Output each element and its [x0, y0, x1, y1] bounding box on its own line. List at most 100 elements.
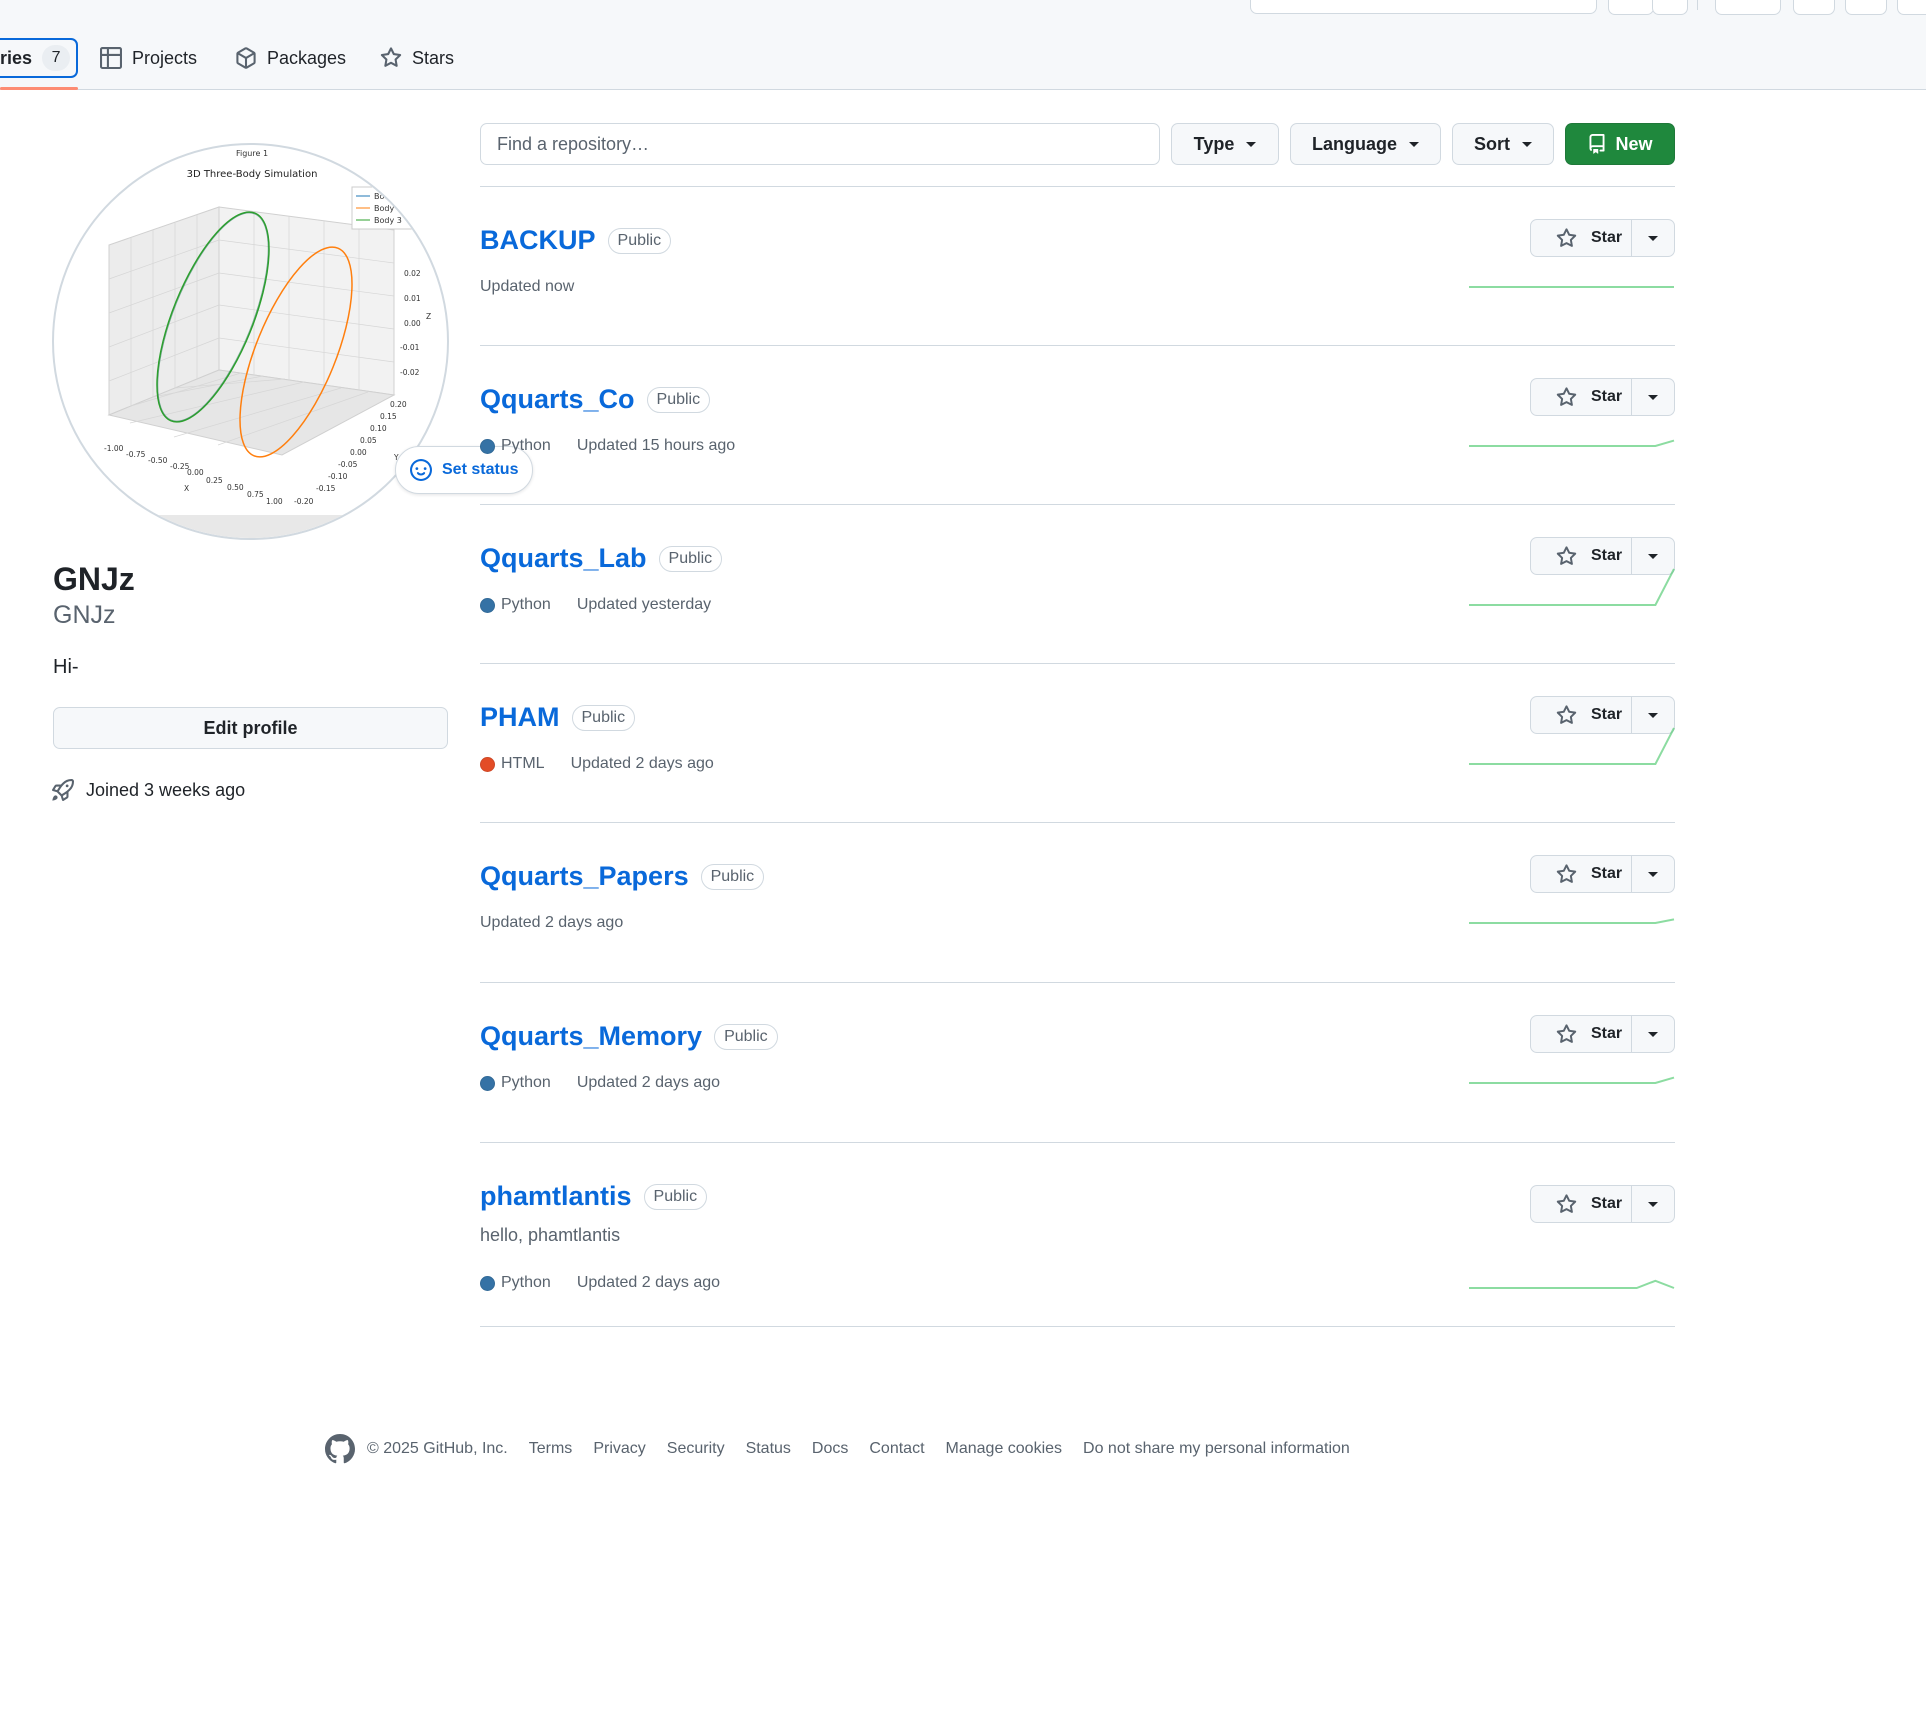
issues-button[interactable] — [1793, 0, 1835, 15]
tab-repositories-label: ries — [0, 47, 33, 68]
repo-meta: Updated now — [480, 278, 574, 296]
copilot-button[interactable] — [1608, 0, 1654, 15]
star-label: Star — [1591, 229, 1623, 246]
avatar-y-tick: 0.00 — [350, 448, 367, 457]
star-label: Star — [1591, 547, 1623, 564]
footer-copyright: © 2025 GitHub, Inc. — [367, 1440, 508, 1457]
repo-name-link[interactable]: Qquarts_Co — [480, 384, 635, 415]
smiley-icon — [410, 459, 432, 481]
avatar-z-tick: 0.02 — [404, 269, 421, 278]
star-icon — [1556, 863, 1577, 883]
repo-meta: HTML Updated 2 days ago — [480, 755, 714, 773]
global-search-input[interactable] — [1250, 0, 1597, 14]
type-filter-button[interactable]: Type — [1171, 123, 1279, 165]
repo-language: Python — [480, 596, 551, 614]
caret-down-icon — [1409, 141, 1419, 147]
github-logo-icon[interactable] — [325, 1434, 355, 1464]
tab-projects[interactable]: Projects — [100, 38, 197, 78]
visibility-badge: Public — [714, 1023, 778, 1050]
repo-title-row: PHAM Public — [480, 702, 636, 733]
repo-language: Python — [480, 1274, 551, 1292]
new-repository-button[interactable]: New — [1565, 123, 1675, 165]
tab-packages[interactable]: Packages — [235, 38, 346, 78]
star-icon — [1556, 386, 1577, 406]
caret-down-icon — [1648, 235, 1658, 241]
caret-down-icon — [1246, 141, 1257, 147]
footer-link-status[interactable]: Status — [746, 1440, 791, 1458]
sort-filter-button[interactable]: Sort — [1452, 123, 1554, 165]
language-color-dot — [480, 1275, 495, 1291]
activity-sparkline — [1469, 1076, 1675, 1084]
tab-repositories[interactable]: ries 7 — [0, 38, 78, 78]
star-label: Star — [1591, 1195, 1623, 1212]
footer-link-do-not-share[interactable]: Do not share my personal information — [1083, 1440, 1350, 1458]
repo-name-link[interactable]: phamtlantis — [480, 1181, 632, 1212]
avatar-z-ticks: 0.02 0.01 0.00 -0.01 -0.02 Z — [400, 269, 431, 377]
inbox-button[interactable] — [1897, 0, 1926, 15]
edit-profile-button[interactable]: Edit profile — [53, 707, 448, 749]
repo-title-row: phamtlantis Public — [480, 1181, 708, 1212]
visibility-badge: Public — [571, 704, 636, 731]
avatar-legend-entry-3: Body 3 — [374, 216, 402, 225]
repo-updated: Updated 2 days ago — [480, 914, 624, 931]
avatar-x-tick: 1.00 — [266, 497, 283, 506]
visibility-badge: Public — [658, 545, 723, 572]
repo-name-link[interactable]: PHAM — [480, 702, 560, 733]
repo-name-link[interactable]: Qquarts_Papers — [480, 861, 689, 892]
star-button[interactable]: Star — [1531, 1186, 1632, 1222]
avatar-y-tick: 0.10 — [370, 424, 387, 433]
footer-link-privacy[interactable]: Privacy — [593, 1440, 645, 1458]
repo-updated: Updated 2 days ago — [570, 755, 714, 772]
star-icon — [1556, 227, 1577, 247]
footer-link-terms[interactable]: Terms — [529, 1440, 573, 1458]
avatar-x-tick: 0.75 — [247, 490, 264, 499]
caret-down-icon — [1648, 871, 1658, 877]
rocket-icon — [52, 779, 74, 801]
profile-bio: Hi- — [53, 656, 79, 678]
sort-filter-label: Sort — [1474, 133, 1510, 154]
activity-line — [1469, 1279, 1675, 1289]
avatar-legend-entry-2: Body — [374, 204, 394, 213]
repo-name-link[interactable]: Qquarts_Memory — [480, 1021, 702, 1052]
star-list-dropdown[interactable] — [1632, 1186, 1674, 1222]
star-label: Star — [1591, 1025, 1623, 1042]
tab-stars[interactable]: Stars — [380, 38, 454, 78]
avatar-z-tick: -0.01 — [400, 343, 420, 352]
avatar-x-tick: 0.00 — [187, 468, 204, 477]
language-filter-button[interactable]: Language — [1290, 123, 1441, 165]
caret-down-icon — [1648, 1031, 1658, 1037]
footer-link-contact[interactable]: Contact — [869, 1440, 924, 1458]
caret-down-icon — [1522, 141, 1532, 147]
footer-link-docs[interactable]: Docs — [812, 1440, 848, 1458]
find-repository-input[interactable] — [480, 123, 1160, 165]
repo-name-link[interactable]: BACKUP — [480, 225, 596, 256]
repo-updated: Updated 15 hours ago — [576, 437, 736, 454]
avatar-x-ticks: -1.00 -0.75 -0.50 -0.25 0.00 0.25 0.50 0… — [104, 444, 283, 506]
footer-link-security[interactable]: Security — [667, 1440, 725, 1458]
avatar-y-tick: 0.20 — [390, 400, 407, 409]
activity-sparkline — [1469, 918, 1675, 924]
activity-line — [1469, 918, 1675, 924]
avatar-y-tick: 0.05 — [360, 436, 377, 445]
repositories-count: 7 — [42, 45, 71, 71]
avatar-z-tick: -0.02 — [400, 368, 420, 377]
create-new-button[interactable] — [1715, 0, 1781, 15]
copilot-menu-button[interactable] — [1652, 0, 1688, 15]
language-filter-label: Language — [1311, 133, 1397, 154]
avatar-figure-label: Figure 1 — [236, 149, 268, 158]
visibility-badge: Public — [646, 386, 711, 413]
avatar-plot-title: 3D Three-Body Simulation — [187, 169, 318, 180]
avatar-x-tick: -0.75 — [126, 450, 146, 459]
repo-name-link[interactable]: Qquarts_Lab — [480, 543, 647, 574]
repo-language-label: HTML — [501, 755, 545, 772]
tab-projects-label: Projects — [132, 47, 198, 68]
footer-link-manage-cookies[interactable]: Manage cookies — [946, 1440, 1063, 1458]
avatar[interactable]: Figure 1 3D Three-Body Simulation Body B… — [52, 143, 449, 540]
avatar-legend-entry-1: Body — [374, 192, 394, 201]
language-color-dot — [480, 597, 495, 613]
repo-item: Qquarts_Co Public Python Updated 15 hour… — [480, 346, 1675, 505]
avatar-y-tick: -0.05 — [338, 460, 358, 469]
star-icon — [1556, 704, 1577, 724]
repo-title-row: Qquarts_Memory Public — [480, 1021, 778, 1052]
pull-requests-button[interactable] — [1845, 0, 1887, 15]
